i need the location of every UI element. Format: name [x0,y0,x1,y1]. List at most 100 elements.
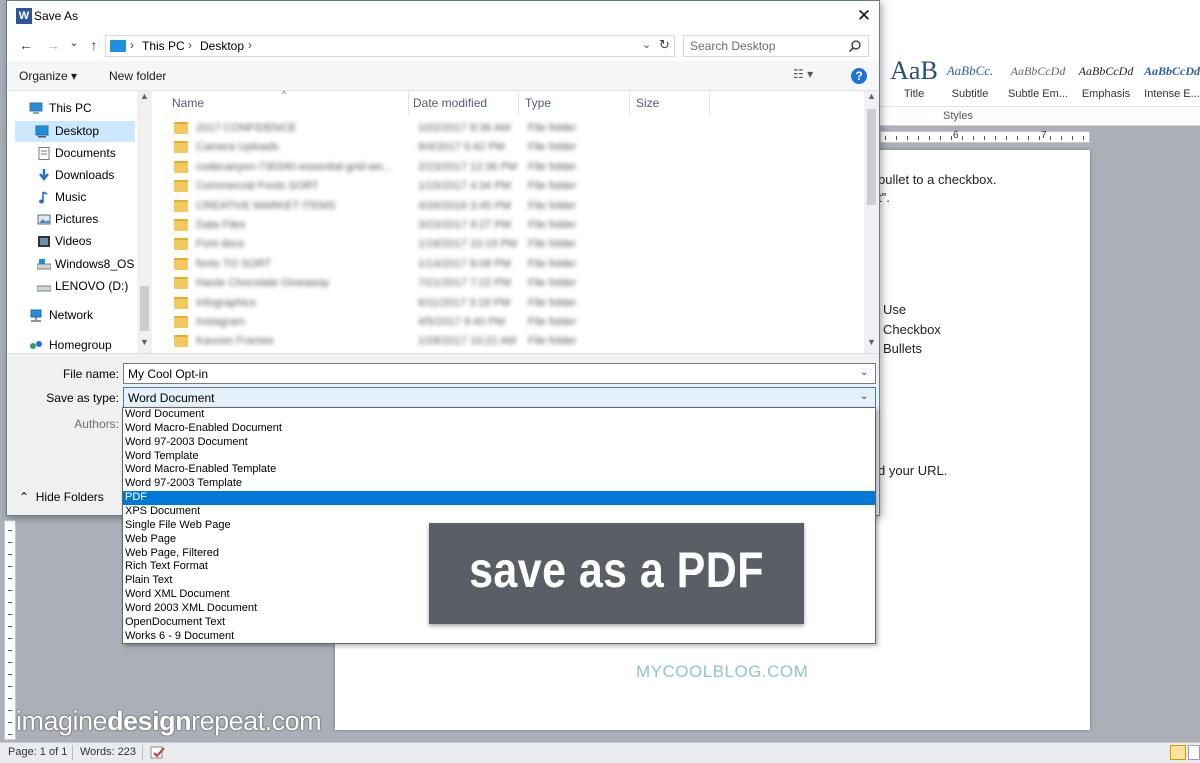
style-subtitle[interactable]: AaBbCc. Subtitle [936,56,1004,116]
refresh-icon[interactable]: ↻ [659,37,670,53]
file-list-scrollbar[interactable]: ▲ ▼ [864,91,879,353]
dialog-titlebar[interactable]: W Save As ✕ [7,1,879,31]
forward-button[interactable]: → [44,36,62,54]
recent-locations-button[interactable]: ⌄ [65,34,83,52]
save-type-option-word-document[interactable]: Word Document [123,408,875,422]
save-as-type-select[interactable]: Word Document ⌄ [123,387,876,408]
sidebar-item-this-pc[interactable]: This PC [7,98,135,119]
sidebar-item-label: Pictures [55,212,99,226]
change-view-button[interactable]: ☷ ▾ [793,67,827,85]
style-subtle-emphasis[interactable]: AaBbCcDd Subtle Em... [1004,56,1072,116]
sidebar-item-label: Network [49,308,94,322]
sidebar-item-desktop[interactable]: Desktop [15,121,135,142]
hide-folders-button[interactable]: ⌃ Hide Folders [19,490,104,504]
styles-separator [880,106,1200,107]
breadcrumb-chevron[interactable]: › [188,38,192,52]
downloads-icon [39,169,49,181]
save-type-option-word-macro-enabled-template[interactable]: Word Macro-Enabled Template [123,463,875,477]
file-row[interactable]: Font docs 1/18/2017 10:19 PM File folder [152,235,864,254]
network-icon [30,309,42,322]
folder-icon [174,238,188,251]
vertical-ruler[interactable] [4,520,16,740]
horizontal-ruler[interactable]: 6 7 [880,130,1090,143]
file-row[interactable]: Haute Chocolate Giveaway 7/21/2017 7:22 P… [152,274,864,293]
sidebar-item-label: Downloads [55,168,115,182]
column-divider[interactable] [408,91,409,115]
file-row[interactable]: Infographics 6/11/2017 3:18 PM File folder [152,294,864,313]
scroll-down-arrow-icon[interactable]: ▼ [864,337,879,353]
column-divider[interactable] [709,91,710,115]
search-input[interactable] [690,38,840,54]
style-intense-emphasis[interactable]: AaBbCcDd Intense E... [1138,56,1200,116]
ruler-ticks [8,525,12,735]
search-icon[interactable] [848,39,862,53]
breadcrumb-chevron[interactable]: › [248,38,252,52]
computer-icon [110,40,126,52]
save-type-option-works-6-9-document[interactable]: Works 6 - 9 Document [123,630,875,644]
navigation-scrollbar[interactable]: ▲ ▼ [137,91,152,353]
back-button[interactable]: ← [17,36,35,54]
scrollbar-thumb[interactable] [867,109,876,205]
file-row[interactable]: Commercial Fonts SORT 1/15/2017 4:34 PM Fi… [152,177,864,196]
column-divider[interactable] [629,91,630,115]
folder-icon [174,180,188,193]
save-type-option-word-97-2003-template[interactable]: Word 97-2003 Template [123,477,875,491]
sidebar-item-lenovo-d[interactable]: LENOVO (D:) [15,276,135,297]
close-button[interactable]: ✕ [847,3,881,29]
scroll-down-arrow-icon[interactable]: ▼ [137,337,152,353]
file-name-input[interactable] [128,366,848,382]
file-row[interactable]: Kavoon Frames 1/28/2017 10:22 AM File fold… [152,332,864,350]
column-header-type[interactable]: Type [525,96,551,110]
column-divider[interactable] [518,91,519,115]
save-type-option-pdf[interactable]: PDF [123,491,875,505]
chevron-down-icon[interactable]: ⌄ [860,367,868,378]
breadcrumb-desktop[interactable]: Desktop [200,39,244,53]
scroll-up-arrow-icon[interactable]: ▲ [864,91,879,107]
column-header-date-modified[interactable]: Date modified [413,96,487,110]
sidebar-item-pictures[interactable]: Pictures [15,209,135,230]
sidebar-item-downloads[interactable]: Downloads [15,165,135,186]
document-text: Bullets [883,341,923,356]
sidebar-item-windows8-os[interactable]: Windows8_OS (C [15,254,135,275]
organize-button[interactable]: Organize ▾ [19,69,77,83]
file-row[interactable]: codecanyon-730340-essential-grid-wo... 2/… [152,158,864,177]
address-dropdown-button[interactable]: ⌄ [642,38,651,51]
file-row[interactable]: Instagram 4/5/2017 9:40 PM File folder [152,313,864,332]
save-type-option-word-97-2003-document[interactable]: Word 97-2003 Document [123,436,875,450]
status-page-count[interactable]: Page: 1 of 1 [8,746,67,758]
drive-icon [37,259,51,270]
styles-group-label: Styles [943,110,973,122]
sidebar-item-documents[interactable]: Documents [15,143,135,164]
column-header-name[interactable]: Name [172,96,204,110]
status-word-count[interactable]: Words: 223 [80,746,136,758]
proofing-icon[interactable] [150,745,166,760]
read-mode-icon[interactable] [1188,745,1200,760]
search-box[interactable] [683,35,869,57]
sidebar-item-music[interactable]: Music [15,187,135,208]
save-type-option-word-macro-enabled-document[interactable]: Word Macro-Enabled Document [123,422,875,436]
drive-icon [37,285,51,292]
file-row[interactable]: CREATIVE MARKET ITEMS 4/26/2016 3:45 PM Fi… [152,197,864,216]
column-header-size[interactable]: Size [636,96,659,110]
sidebar-item-network[interactable]: Network [7,305,135,326]
file-row[interactable]: 2017 CONFIDENCE 10/2/2017 8:36 AM File fol… [152,119,864,138]
file-row[interactable]: Data Files 3/23/2017 9:27 PM File folder [152,216,864,235]
save-type-option-xps-document[interactable]: XPS Document [123,505,875,519]
breadcrumb-chevron[interactable]: › [130,38,134,52]
new-folder-button[interactable]: New folder [109,69,166,83]
chevron-down-icon[interactable]: ⌄ [860,391,868,402]
scroll-up-arrow-icon[interactable]: ▲ [137,91,152,107]
scrollbar-thumb[interactable] [140,286,149,331]
up-button[interactable]: ↑ [85,36,103,54]
folder-icon [174,160,188,173]
address-bar[interactable]: › This PC › Desktop › ⌄ ↻ [105,35,675,57]
print-layout-icon[interactable] [1170,745,1186,760]
file-row[interactable]: fonts TO SORT 1/14/2017 8:08 PM File folde… [152,255,864,274]
help-button[interactable]: ? [851,68,867,84]
file-name-combobox[interactable]: ⌄ [123,363,876,384]
sidebar-item-videos[interactable]: Videos [15,231,135,252]
file-row[interactable]: Camera Uploads 9/4/2017 5:42 PM File folde… [152,138,864,157]
breadcrumb-this-pc[interactable]: This PC [142,39,185,53]
style-emphasis[interactable]: AaBbCcDd Emphasis [1072,56,1140,116]
save-type-option-word-template[interactable]: Word Template [123,450,875,464]
